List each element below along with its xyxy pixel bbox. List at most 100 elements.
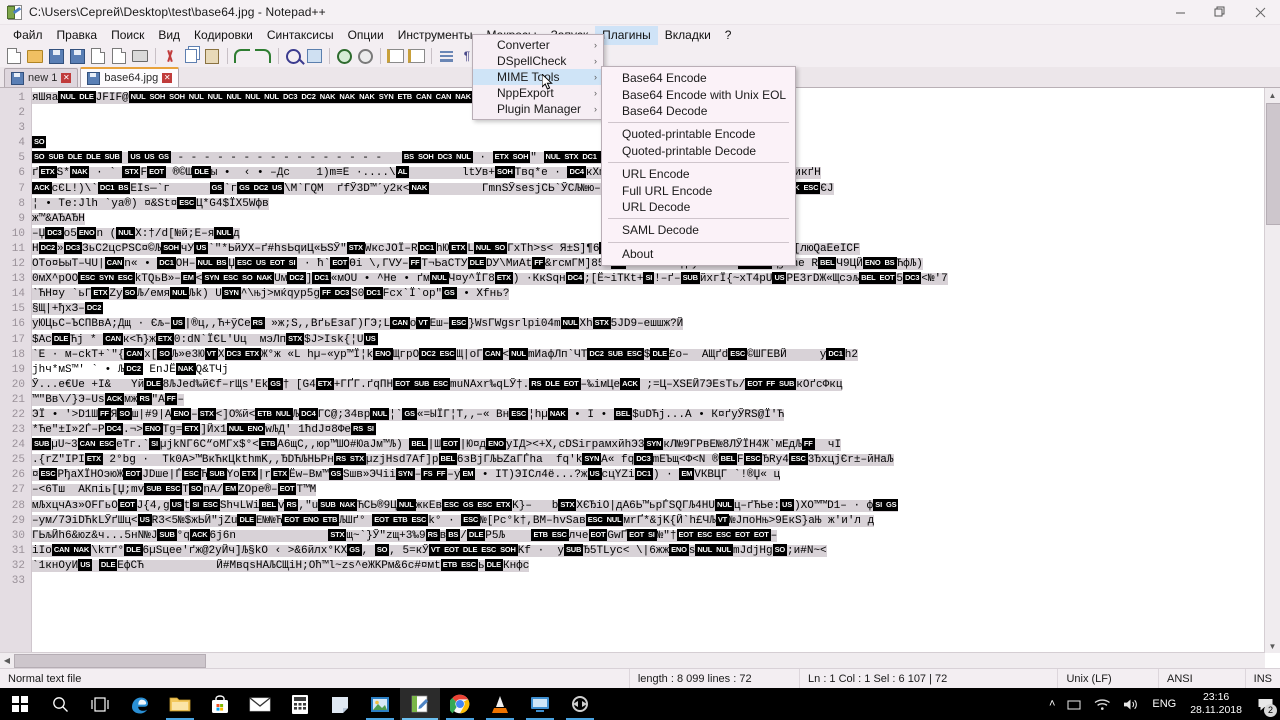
menu-item-mime-tools[interactable]: MIME Tools › (473, 69, 603, 85)
tab-new-1[interactable]: new 1 ✕ (4, 68, 79, 87)
menu-item-dspellcheck[interactable]: DSpellCheck › (473, 53, 603, 69)
code-line[interactable]: .{rZ"IPI ETX 2°bg · Tk0A>™ВкЋкЦkthmK,,ЂDЋ… (32, 453, 1280, 468)
redo-icon[interactable] (253, 46, 273, 66)
save-all-icon[interactable] (67, 46, 87, 66)
code-line[interactable]: jhч*мS™' ` • Љ DC2 EnJЁ NAK Q&TЧj (32, 362, 1280, 378)
cut-icon[interactable] (160, 46, 180, 66)
sticky-notes-icon[interactable] (320, 688, 360, 720)
photos-icon[interactable] (360, 688, 400, 720)
chrome-icon[interactable] (440, 688, 480, 720)
save-icon[interactable] (46, 46, 66, 66)
submenu-item-url-encode[interactable]: URL Encode (602, 166, 795, 182)
menu-item-plugin-manager[interactable]: Plugin Manager › (473, 101, 603, 117)
teamviewer-icon[interactable] (560, 688, 600, 720)
menu-tools[interactable]: Инструменты (391, 26, 480, 45)
submenu-item-saml-decode[interactable]: SAML Decode (602, 222, 795, 238)
horizontal-scroll-thumb[interactable] (14, 654, 206, 668)
menu-settings[interactable]: Опции (341, 26, 391, 45)
submenu-item-base64-encode[interactable]: Base64 Encode (602, 70, 795, 86)
menu-encoding[interactable]: Кодировки (187, 26, 260, 45)
menu-file[interactable]: Файл (6, 26, 50, 45)
find-icon[interactable] (283, 46, 303, 66)
menu-item-converter[interactable]: Converter › (473, 37, 603, 53)
code-line[interactable]: ГЬљЙh6&юz&ч...5нN№J SUB °q ACK 6j6n STX щ~`}Ў… (32, 528, 1280, 544)
code-line[interactable]: `ЋН¤у `ьГ ETX Zу SO Љ/емя NUL Љk) U SYN ^\њj>мќq… (32, 287, 1280, 302)
scroll-left-icon[interactable]: ◀ (0, 653, 14, 668)
horizontal-scrollbar[interactable]: ◀ (0, 652, 1265, 668)
submenu-item-full-url-encode[interactable]: Full URL Encode (602, 182, 795, 198)
submenu-item-quoted-printable-encode[interactable]: Quoted-printable Encode (602, 126, 795, 142)
menu-search[interactable]: Поиск (104, 26, 151, 45)
scroll-up-icon[interactable]: ▲ (1265, 88, 1280, 102)
code-line[interactable]: *Ћe"±I»2Ѓ–P DC4 .¬> ENO Tg= ETX]Йx1 NUL ENO wЉД'… (32, 423, 1280, 438)
clock[interactable]: 23:16 28.11.2018 (1182, 688, 1250, 720)
start-button[interactable] (0, 688, 40, 720)
open-file-icon[interactable] (25, 46, 45, 66)
file-explorer-icon[interactable] (160, 688, 200, 720)
close-all-icon[interactable] (109, 46, 129, 66)
sync-horizontal-icon[interactable] (406, 46, 426, 66)
menu-item-nppexport[interactable]: NppExport › (473, 85, 603, 101)
code-line[interactable]: –<6Tш АКпiь[Џ;mv SUB ESC T SO nA/EM ZOpe®– EOT T… (32, 483, 1280, 498)
code-line[interactable]: 0мХ^pOO ESC SYN ESC kТQьВ»– EM < SYN ESC SO NAK Uм D… (32, 272, 1280, 287)
remote-desktop-icon[interactable] (520, 688, 560, 720)
code-line[interactable]: §Щ|+ђхЗ– DC2 (32, 302, 1280, 317)
edge-browser-icon[interactable] (120, 688, 160, 720)
paste-icon[interactable] (202, 46, 222, 66)
notepadpp-icon[interactable] (400, 688, 440, 720)
show-hidden-icons-button[interactable]: ˄ (1043, 688, 1061, 720)
notification-center-button[interactable]: 2 (1250, 688, 1280, 720)
zoom-out-icon[interactable] (355, 46, 375, 66)
restore-button[interactable] (1200, 0, 1240, 24)
minimize-button[interactable] (1160, 0, 1200, 24)
tab-base64-jpg[interactable]: base64.jpg ✕ (80, 67, 180, 87)
mail-icon[interactable] (240, 688, 280, 720)
submenu-item-base64-encode-unix-eol[interactable]: Base64 Encode with Unix EOL (602, 86, 795, 102)
menu-plugins[interactable]: Плагины (595, 25, 658, 45)
zoom-in-icon[interactable] (334, 46, 354, 66)
menu-language[interactable]: Синтаксисы (260, 26, 341, 45)
code-line[interactable]: ЭЇ • '>D1Ш FF Я SO ш|#9|A ENO – STX <]O%й< ETB NUL… (32, 407, 1280, 423)
code-line[interactable]: iIo CAN NAK \kтґ° DLE 6µSцee'ґж@2уЙч]Љ§kO ‹ >… (32, 543, 1280, 559)
replace-icon[interactable] (304, 46, 324, 66)
vlc-icon[interactable] (480, 688, 520, 720)
new-file-icon[interactable] (4, 46, 24, 66)
code-line[interactable] (32, 574, 1280, 589)
submenu-item-base64-decode[interactable]: Base64 Decode (602, 103, 795, 119)
code-line[interactable]: ¤ ESC РђaXЇНOэюЖ EOT JDшe|Ѓ ESC Ћ SUB Yo ETX |r ETX… (32, 468, 1280, 483)
submenu-item-about[interactable]: About (602, 246, 795, 262)
code-line[interactable]: –ум/7ЭiDЋkLЎґШц< US R3<5№$жЬЙ"jZu DLE Е№№Ћ EO… (32, 513, 1280, 529)
code-line[interactable]: SUB µU~3 CAN ESC eTг.` SI µjkNГ6С“oMГx$°< ETB A6… (32, 438, 1280, 453)
code-line[interactable]: Ў...e€Ue +I& Yй DLE 8ЉJed‰йЄf–rЩs'Ek GS † [G… (32, 377, 1280, 393)
volume-icon[interactable] (1117, 688, 1146, 720)
code-line[interactable]: `Е · м–ckТ+`"{CAN x[SO Љ»е3Ю VT Х DC3 ETX Ж°ж «… (32, 347, 1280, 363)
menu-window[interactable]: Вкладки (658, 26, 718, 45)
vertical-scroll-thumb[interactable] (1266, 103, 1280, 225)
code-line[interactable]: ™"Вв\/}Э–Us ACK мж RS "A FF – (32, 392, 1280, 408)
task-view-icon[interactable] (80, 688, 120, 720)
code-line[interactable]: мЉхцчАз»ОFГьО EOT J{4,g US t SI ESC ShчLWi BEL v R… (32, 498, 1280, 514)
undo-icon[interactable] (232, 46, 252, 66)
search-icon[interactable] (40, 688, 80, 720)
tab-close-icon[interactable]: ✕ (61, 73, 72, 83)
code-line[interactable]: $Ac DLE Ћj * CAN к<Ћ}ж ETX 0:dN`ЇЄL'Uц мэЛп ST… (32, 332, 1280, 348)
word-wrap-icon[interactable] (436, 46, 456, 66)
menu-edit[interactable]: Правка (50, 26, 105, 45)
onedrive-icon[interactable] (1061, 688, 1088, 720)
scroll-down-icon[interactable]: ▼ (1265, 639, 1280, 653)
close-file-icon[interactable] (88, 46, 108, 66)
menu-help[interactable]: ? (718, 26, 739, 45)
wifi-icon[interactable] (1088, 688, 1117, 720)
code-line[interactable]: `1кнOуИ US DLE ЕфСЋ Й#МвqsНАЉСЩiН;Oћ™l~zs^… (32, 558, 1280, 574)
code-line[interactable]: уЮЦьС–ЪСПВвА;Дщ · Єљ– US |®ц,,Ћ+ўСе RS »ж;S… (32, 317, 1280, 332)
language-indicator[interactable]: ENG (1146, 688, 1182, 720)
copy-icon[interactable] (181, 46, 201, 66)
menu-view[interactable]: Вид (151, 26, 187, 45)
vertical-scrollbar[interactable]: ▲ ▼ (1264, 88, 1280, 653)
sync-vertical-icon[interactable] (385, 46, 405, 66)
submenu-item-quoted-printable-decode[interactable]: Quoted-printable Decode (602, 143, 795, 159)
tab-close-icon[interactable]: ✕ (162, 73, 173, 83)
print-icon[interactable] (130, 46, 150, 66)
close-button[interactable] (1240, 0, 1280, 24)
microsoft-store-icon[interactable] (200, 688, 240, 720)
